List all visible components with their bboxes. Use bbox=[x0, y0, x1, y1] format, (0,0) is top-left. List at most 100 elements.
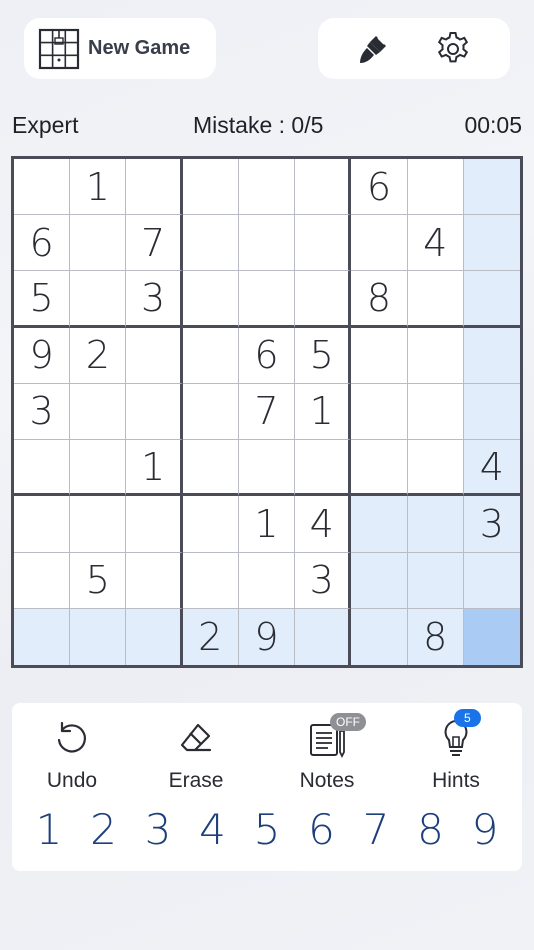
board-cell[interactable] bbox=[238, 159, 296, 216]
board-cell[interactable] bbox=[351, 440, 408, 497]
number-button[interactable]: 3 bbox=[135, 805, 181, 863]
board-cell[interactable]: 4 bbox=[407, 215, 464, 272]
board-cell[interactable]: 3 bbox=[463, 496, 520, 553]
board-cell[interactable] bbox=[126, 608, 183, 665]
board-cell[interactable] bbox=[70, 608, 127, 665]
board-cell[interactable] bbox=[126, 496, 183, 553]
board-cell[interactable] bbox=[407, 327, 464, 384]
board-cell[interactable] bbox=[463, 608, 520, 665]
board-cell[interactable]: 5 bbox=[295, 327, 352, 384]
board-cell[interactable]: 9 bbox=[238, 608, 296, 665]
board-cell[interactable] bbox=[351, 215, 408, 272]
board-cell[interactable]: 6 bbox=[238, 327, 296, 384]
board-cell[interactable] bbox=[182, 159, 239, 216]
number-button[interactable]: 9 bbox=[462, 805, 508, 863]
board-cell[interactable]: 5 bbox=[14, 271, 71, 328]
board-cell[interactable]: 1 bbox=[295, 383, 352, 441]
gear-icon[interactable] bbox=[434, 30, 472, 68]
number-button[interactable]: 2 bbox=[81, 805, 127, 863]
board-cell[interactable] bbox=[14, 608, 71, 665]
board-cell[interactable] bbox=[351, 383, 408, 441]
number-button[interactable]: 6 bbox=[299, 805, 345, 863]
board-cell[interactable] bbox=[70, 496, 127, 553]
board-cell[interactable]: 8 bbox=[407, 608, 464, 665]
board-cell[interactable] bbox=[463, 383, 520, 441]
board-cell[interactable]: 3 bbox=[126, 271, 183, 328]
board-cell[interactable] bbox=[407, 271, 464, 328]
board-cell[interactable] bbox=[295, 440, 352, 497]
hints-button[interactable]: 5 Hints bbox=[401, 709, 511, 803]
board-cell[interactable] bbox=[238, 271, 296, 328]
board-cell[interactable] bbox=[295, 215, 352, 272]
board-cell[interactable] bbox=[126, 159, 183, 216]
board-cell[interactable] bbox=[295, 159, 352, 216]
board-cell[interactable]: 9 bbox=[14, 327, 71, 384]
board-cell[interactable] bbox=[14, 552, 71, 609]
board-cell[interactable] bbox=[238, 440, 296, 497]
board-cell[interactable] bbox=[14, 159, 71, 216]
board-cell[interactable] bbox=[238, 552, 296, 609]
number-button[interactable]: 1 bbox=[26, 805, 72, 863]
board-cell[interactable] bbox=[407, 159, 464, 216]
number-button[interactable]: 4 bbox=[190, 805, 236, 863]
board-cell[interactable] bbox=[126, 552, 183, 609]
board-cell[interactable] bbox=[463, 215, 520, 272]
board-cell[interactable] bbox=[70, 271, 127, 328]
board-cell[interactable] bbox=[182, 552, 239, 609]
board-cell[interactable] bbox=[351, 608, 408, 665]
board-cell[interactable]: 8 bbox=[351, 271, 408, 328]
board-cell[interactable]: 6 bbox=[14, 215, 71, 272]
board-cell[interactable] bbox=[463, 271, 520, 328]
number-button[interactable]: 5 bbox=[244, 805, 290, 863]
board-cell[interactable]: 4 bbox=[295, 496, 352, 553]
board-cell[interactable] bbox=[463, 552, 520, 609]
undo-button[interactable]: Undo bbox=[17, 713, 127, 803]
board-cell[interactable] bbox=[14, 496, 71, 553]
notes-button[interactable]: OFF Notes bbox=[272, 713, 382, 803]
new-game-button[interactable]: New Game bbox=[24, 18, 216, 79]
board-cell[interactable] bbox=[70, 383, 127, 441]
board-cell[interactable] bbox=[463, 159, 520, 216]
board-cell[interactable] bbox=[295, 608, 352, 665]
board-cell[interactable]: 1 bbox=[126, 440, 183, 497]
board-cell[interactable] bbox=[14, 440, 71, 497]
hints-count-badge: 5 bbox=[454, 709, 481, 727]
board-cell[interactable] bbox=[351, 327, 408, 384]
number-button[interactable]: 8 bbox=[408, 805, 454, 863]
number-button[interactable]: 7 bbox=[353, 805, 399, 863]
board-cell[interactable]: 1 bbox=[238, 496, 296, 553]
board-cell[interactable] bbox=[182, 271, 239, 328]
board-cell[interactable] bbox=[126, 383, 183, 441]
paintbrush-icon[interactable] bbox=[356, 32, 390, 66]
board-cell[interactable] bbox=[70, 440, 127, 497]
board-cell[interactable] bbox=[351, 552, 408, 609]
board-cell[interactable] bbox=[238, 215, 296, 272]
board-cell[interactable]: 7 bbox=[238, 383, 296, 441]
board-cell[interactable] bbox=[182, 327, 239, 384]
board-cell[interactable]: 1 bbox=[70, 159, 127, 216]
new-game-label: New Game bbox=[88, 37, 191, 59]
erase-label: Erase bbox=[168, 769, 224, 792]
board-cell[interactable]: 7 bbox=[126, 215, 183, 272]
board-cell[interactable] bbox=[407, 383, 464, 441]
board-cell[interactable]: 6 bbox=[351, 159, 408, 216]
board-cell[interactable] bbox=[182, 383, 239, 441]
board-cell[interactable]: 3 bbox=[295, 552, 352, 609]
board-cell[interactable] bbox=[182, 215, 239, 272]
board-cell[interactable] bbox=[407, 552, 464, 609]
board-cell[interactable] bbox=[295, 271, 352, 328]
board-cell[interactable] bbox=[126, 327, 183, 384]
erase-button[interactable]: Erase bbox=[141, 713, 251, 803]
board-cell[interactable] bbox=[463, 327, 520, 384]
board-cell[interactable]: 2 bbox=[70, 327, 127, 384]
board-cell[interactable] bbox=[182, 496, 239, 553]
board-cell[interactable]: 3 bbox=[14, 383, 71, 441]
board-cell[interactable] bbox=[351, 496, 408, 553]
board-cell[interactable] bbox=[70, 215, 127, 272]
board-cell[interactable]: 5 bbox=[70, 552, 127, 609]
board-cell[interactable]: 2 bbox=[182, 608, 239, 665]
board-cell[interactable] bbox=[407, 496, 464, 553]
board-cell[interactable] bbox=[182, 440, 239, 497]
board-cell[interactable] bbox=[407, 440, 464, 497]
board-cell[interactable]: 4 bbox=[463, 440, 520, 497]
